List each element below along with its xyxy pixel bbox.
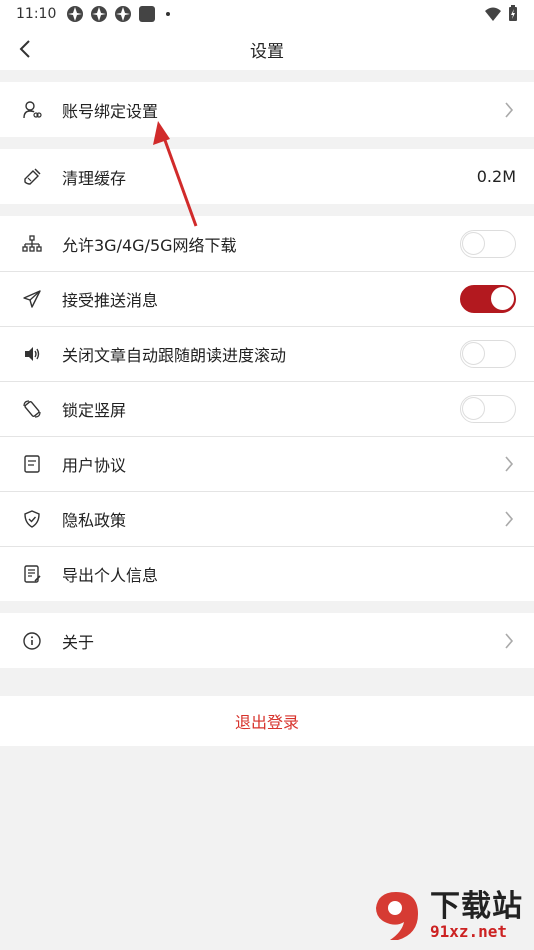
network-download-label: 允许3G/4G/5G网络下载 bbox=[62, 235, 237, 255]
page-title: 设置 bbox=[250, 41, 284, 62]
network-tree-icon bbox=[22, 234, 42, 254]
battery-icon bbox=[509, 5, 517, 21]
shield-check-icon bbox=[22, 509, 42, 529]
watermark-url: 91xz.net bbox=[430, 922, 508, 941]
user-agreement-row[interactable]: 用户协议 bbox=[0, 436, 534, 491]
watermark-title: 下载站 bbox=[430, 889, 523, 924]
about-label: 关于 bbox=[62, 632, 95, 652]
broom-icon bbox=[22, 167, 42, 187]
cache-group: 清理缓存 0.2M bbox=[0, 149, 534, 204]
screen-rotation-icon bbox=[22, 399, 42, 419]
app-notification-icon bbox=[67, 6, 84, 22]
lock-portrait-label: 锁定竖屏 bbox=[62, 400, 127, 420]
export-document-icon bbox=[22, 564, 42, 584]
status-right-icons bbox=[484, 5, 518, 22]
auto-scroll-row: 关闭文章自动跟随朗读进度滚动 bbox=[0, 326, 534, 381]
clear-cache-label: 清理缓存 bbox=[62, 168, 127, 188]
status-time: 11:10 bbox=[16, 6, 57, 22]
network-download-toggle[interactable] bbox=[460, 229, 516, 258]
cache-size-value: 0.2M bbox=[476, 167, 516, 186]
lock-portrait-toggle[interactable] bbox=[460, 394, 516, 423]
square-notification-icon bbox=[139, 6, 156, 22]
user-agreement-label: 用户协议 bbox=[62, 455, 127, 475]
push-messages-label: 接受推送消息 bbox=[62, 290, 159, 310]
push-messages-toggle[interactable] bbox=[460, 284, 516, 313]
notification-icons bbox=[66, 5, 171, 23]
clear-cache-row[interactable]: 清理缓存 0.2M bbox=[0, 149, 534, 204]
chevron-right-icon bbox=[502, 509, 516, 529]
more-notifications-dot bbox=[166, 12, 171, 16]
account-binding-label: 账号绑定设置 bbox=[62, 101, 159, 121]
preferences-group: 允许3G/4G/5G网络下载 接受推送消息 关闭文章自动跟随朗读进度滚动 锁定竖… bbox=[0, 216, 534, 601]
logout-button[interactable]: 退出登录 bbox=[0, 696, 534, 746]
back-button[interactable] bbox=[12, 36, 38, 62]
title-bar: 设置 bbox=[0, 28, 534, 70]
privacy-policy-row[interactable]: 隐私政策 bbox=[0, 491, 534, 546]
wifi-icon bbox=[485, 7, 501, 21]
logout-label: 退出登录 bbox=[234, 713, 299, 732]
account-group: 账号绑定设置 bbox=[0, 82, 534, 137]
about-group: 关于 bbox=[0, 613, 534, 668]
account-binding-row[interactable]: 账号绑定设置 bbox=[0, 82, 534, 137]
lock-portrait-row: 锁定竖屏 bbox=[0, 381, 534, 436]
chevron-right-icon bbox=[502, 631, 516, 651]
status-bar: 11:10 bbox=[0, 0, 534, 28]
chevron-right-icon bbox=[502, 454, 516, 474]
push-messages-row: 接受推送消息 bbox=[0, 271, 534, 326]
app-notification-icon bbox=[91, 6, 108, 22]
privacy-policy-label: 隐私政策 bbox=[62, 510, 127, 530]
document-icon bbox=[22, 454, 42, 474]
app-notification-icon bbox=[115, 6, 132, 22]
chevron-left-icon bbox=[19, 40, 30, 58]
export-info-label: 导出个人信息 bbox=[62, 565, 159, 585]
watermark-emblem-icon bbox=[376, 892, 418, 940]
watermark-logo: 下载站 91xz.net bbox=[368, 886, 528, 946]
info-icon bbox=[22, 631, 42, 651]
user-icon bbox=[22, 100, 42, 120]
auto-scroll-label: 关闭文章自动跟随朗读进度滚动 bbox=[62, 345, 287, 365]
about-row[interactable]: 关于 bbox=[0, 613, 534, 668]
export-info-row[interactable]: 导出个人信息 bbox=[0, 546, 534, 601]
auto-scroll-toggle[interactable] bbox=[460, 339, 516, 368]
network-download-row: 允许3G/4G/5G网络下载 bbox=[0, 216, 534, 271]
paper-plane-icon bbox=[22, 289, 42, 309]
chevron-right-icon bbox=[502, 100, 516, 120]
speaker-icon bbox=[22, 344, 42, 364]
